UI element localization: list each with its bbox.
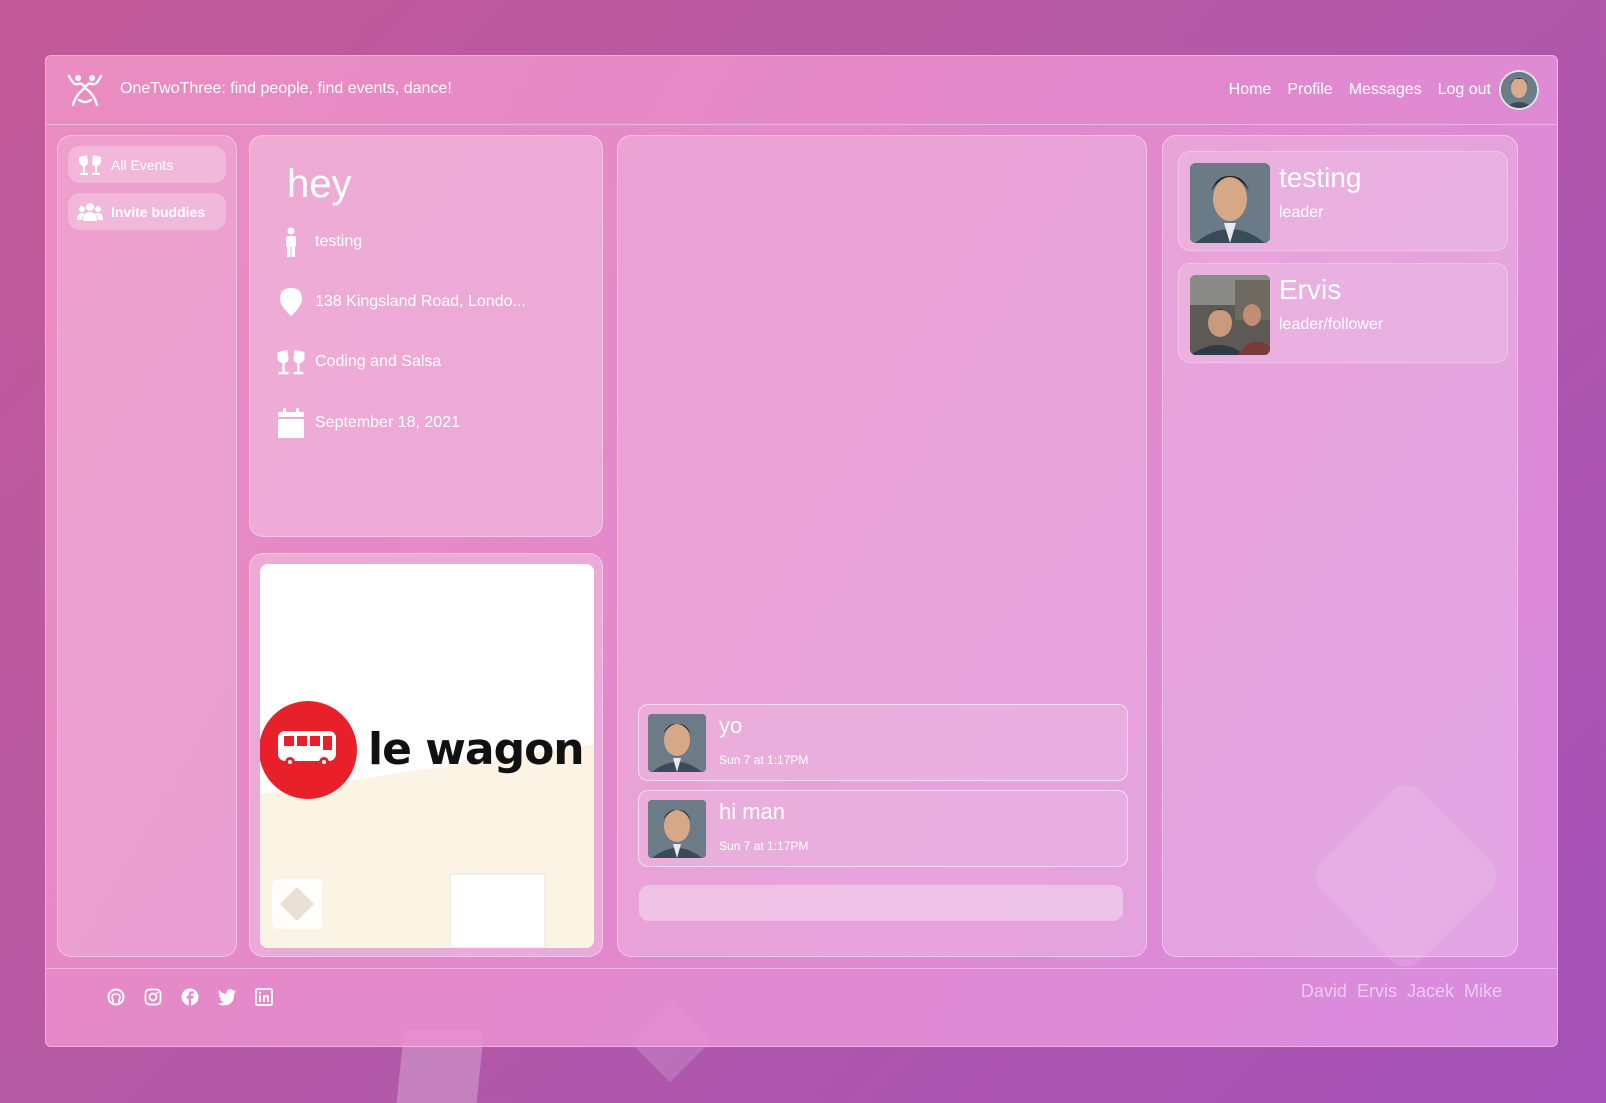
brand-title: OneTwoThree: find people, find events, d… [120, 80, 452, 97]
member-avatar [1190, 275, 1270, 355]
sidebar-item-invite-buddies[interactable]: Invite buddies [68, 193, 226, 230]
event-image-card: le wagon [249, 553, 603, 957]
event-host: testing [315, 233, 363, 250]
github-icon[interactable] [106, 987, 126, 1007]
nav-profile[interactable]: Profile [1287, 81, 1332, 99]
image-brand-text: le wagon [368, 724, 585, 775]
user-avatar[interactable] [1499, 70, 1539, 110]
team-member-link[interactable]: Mike [1464, 981, 1502, 1002]
map-pin-icon [280, 288, 302, 316]
member-avatar [1190, 163, 1270, 243]
member-role: leader/follower [1279, 316, 1384, 333]
chat-panel: yo Sun 7 at 1:17PM hi man Sun 7 at 1:17P… [617, 135, 1147, 957]
team-member-link[interactable]: Jacek [1407, 981, 1454, 1002]
event-host-row: testing [275, 226, 362, 258]
nav-home[interactable]: Home [1229, 81, 1272, 99]
event-title: hey [287, 162, 352, 206]
chat-message-input[interactable] [639, 885, 1123, 921]
event-date: September 18, 2021 [315, 414, 460, 431]
chat-message: hi man Sun 7 at 1:17PM [638, 790, 1128, 867]
message-text: yo [719, 713, 743, 738]
event-address-row: 138 Kingsland Road, Londo... [275, 286, 526, 318]
message-avatar [648, 800, 706, 858]
nav-links: Home Profile Messages Log out [1229, 70, 1539, 110]
event-category: Coding and Salsa [315, 353, 442, 370]
instagram-icon[interactable] [143, 987, 163, 1007]
sidebar-item-label: Invite buddies [111, 203, 206, 220]
calendar-icon [278, 408, 304, 438]
member-name: Ervis [1279, 274, 1342, 305]
member-name: testing [1279, 162, 1362, 193]
event-date-row: September 18, 2021 [275, 407, 460, 439]
team-member-link[interactable]: Ervis [1357, 981, 1397, 1002]
event-address: 138 Kingsland Road, Londo... [315, 293, 526, 310]
twitter-icon[interactable] [217, 987, 237, 1007]
social-links [106, 987, 291, 1007]
users-icon [77, 202, 103, 221]
facebook-icon[interactable] [180, 987, 200, 1007]
sidebar-item-all-events[interactable]: All Events [68, 146, 226, 183]
footer: David Ervis Jacek Mike [46, 968, 1557, 1048]
member-card[interactable]: testing leader [1178, 151, 1508, 251]
team-member-link[interactable]: David [1301, 981, 1347, 1002]
member-role: leader [1279, 204, 1324, 221]
nav-logout[interactable]: Log out [1438, 81, 1491, 99]
members-panel: testing leader Ervis leader/follower [1162, 135, 1518, 957]
member-card[interactable]: Ervis leader/follower [1178, 263, 1508, 363]
event-category-row: Coding and Salsa [275, 346, 441, 378]
person-icon [286, 227, 296, 257]
message-time: Sun 7 at 1:17PM [719, 753, 809, 767]
sidebar-item-label: All Events [111, 156, 174, 173]
message-text: hi man [719, 799, 786, 824]
event-image: le wagon [260, 564, 594, 948]
chat-message: yo Sun 7 at 1:17PM [638, 704, 1128, 781]
dancers-logo-icon[interactable] [66, 72, 104, 108]
cheers-icon [277, 349, 305, 375]
nav-messages[interactable]: Messages [1349, 81, 1422, 99]
team-credits: David Ervis Jacek Mike [1291, 981, 1502, 1002]
cheers-icon [79, 154, 101, 175]
message-time: Sun 7 at 1:17PM [719, 839, 809, 853]
app-window: OneTwoThree: find people, find events, d… [45, 55, 1558, 1047]
event-details-card: hey testing 138 Kingsland Road, Londo... [249, 135, 603, 537]
sidebar: All Events Invite buddies [57, 135, 237, 957]
navbar: OneTwoThree: find people, find events, d… [46, 56, 1557, 125]
message-avatar [648, 714, 706, 772]
linkedin-icon[interactable] [254, 987, 274, 1007]
